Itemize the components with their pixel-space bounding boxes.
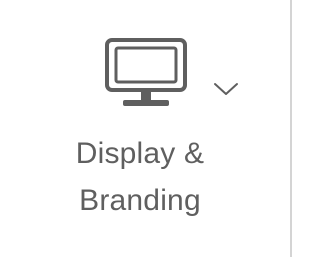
toolbar-divider [290,0,292,257]
display-branding-label-line-1: Display & [75,137,205,170]
monitor-icon [105,38,187,106]
chevron-down-icon[interactable] [211,80,241,98]
display-branding-label-line-2: Branding [79,184,201,217]
display-branding-menu-button[interactable]: Display & Branding [0,0,296,257]
